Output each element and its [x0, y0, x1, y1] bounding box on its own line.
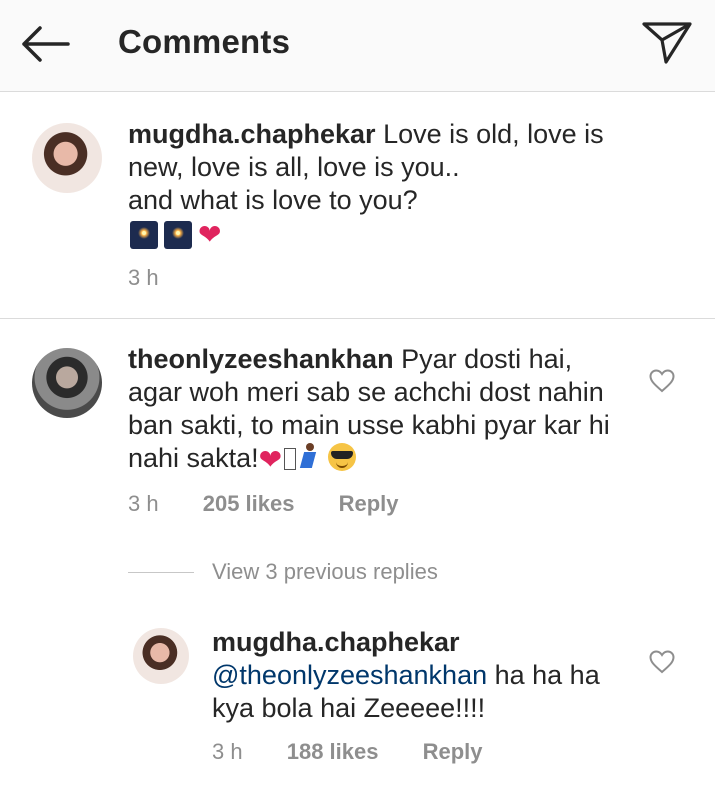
top-bar: Comments	[0, 0, 715, 92]
username[interactable]: theonlyzeeshankhan	[128, 344, 394, 374]
heart-emoji-icon: ❤	[198, 219, 222, 250]
paper-plane-icon	[642, 22, 692, 64]
timestamp: 3 h	[212, 739, 243, 764]
divider	[128, 571, 194, 573]
mention-link[interactable]: @theonlyzeeshankhan	[212, 660, 487, 690]
timestamp: 3 h	[128, 491, 159, 516]
comment-meta: 3 h 205 likes Reply	[128, 491, 437, 517]
fireworks-icon	[164, 221, 192, 249]
unknown-glyph-icon	[284, 448, 297, 470]
back-button[interactable]	[18, 22, 72, 66]
timestamp: 3 h	[128, 265, 159, 290]
like-button[interactable]	[648, 649, 676, 675]
reply-meta: 3 h 188 likes Reply	[212, 739, 521, 765]
likes-count[interactable]: 188 likes	[287, 739, 379, 764]
fireworks-icon	[130, 221, 158, 249]
post-caption: mugdha.chaphekar Love is old, love is ne…	[0, 93, 715, 319]
share-button[interactable]	[640, 18, 694, 66]
avatar[interactable]	[32, 348, 102, 418]
like-button[interactable]	[648, 368, 676, 394]
view-replies-label: View 3 previous replies	[212, 559, 438, 584]
username[interactable]: mugdha.chaphekar	[128, 119, 376, 149]
caption-emojis: ❤	[130, 221, 221, 249]
arrow-left-icon	[22, 26, 70, 62]
running-man-icon	[298, 443, 320, 471]
username[interactable]: mugdha.chaphekar	[212, 626, 652, 659]
caption-text: mugdha.chaphekar Love is old, love is ne…	[128, 119, 604, 215]
reply-text: mugdha.chaphekar @theonlyzeeshankhan ha …	[212, 626, 652, 725]
comment-text: theonlyzeeshankhan Pyar dosti hai, agar …	[128, 344, 610, 475]
page-title: Comments	[118, 23, 291, 60]
avatar[interactable]	[133, 628, 189, 684]
view-previous-replies[interactable]: View 3 previous replies	[128, 557, 438, 587]
heart-emoji-icon: ❤	[258, 443, 283, 475]
reply-button[interactable]: Reply	[339, 491, 399, 516]
caption-meta: 3 h	[128, 265, 197, 291]
likes-count[interactable]: 205 likes	[203, 491, 295, 516]
heart-outline-icon	[649, 369, 675, 393]
sunglasses-face-icon	[327, 443, 356, 471]
heart-outline-icon	[649, 650, 675, 674]
avatar[interactable]	[32, 123, 102, 193]
reply-button[interactable]: Reply	[423, 739, 483, 764]
